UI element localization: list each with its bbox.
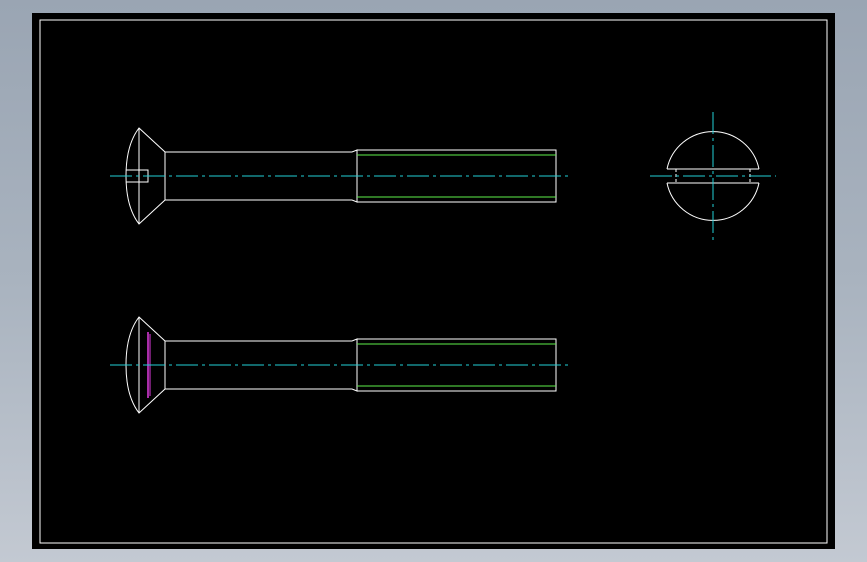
cad-viewport[interactable] [0, 0, 867, 562]
viewport-canvas [32, 13, 835, 549]
